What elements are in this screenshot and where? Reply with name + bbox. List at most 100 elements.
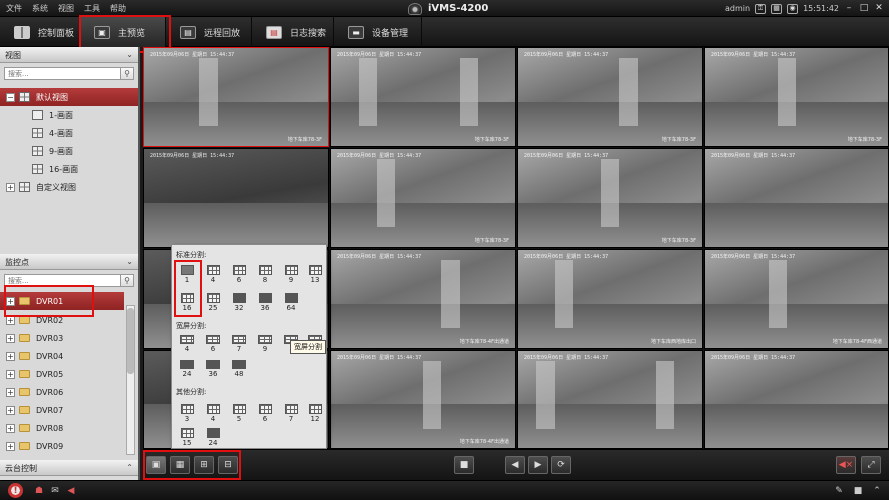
multi-view-button[interactable]: ⊟	[218, 456, 238, 474]
video-tile-2[interactable]: 2015年09月06日 星期日 15:44:37 地下车库78-3F	[330, 47, 516, 147]
layout-option-25[interactable]: 25	[200, 293, 226, 312]
video-tile-8[interactable]: 2015年09月06日 星期日 15:44:37	[704, 148, 889, 248]
layout-option-32[interactable]: 32	[226, 293, 252, 312]
refresh-icon[interactable]: ⟳	[551, 456, 571, 474]
mail-icon[interactable]: ✉	[49, 485, 61, 496]
chevron-down-icon[interactable]: ⌄	[126, 257, 133, 266]
tree-view-1[interactable]: 1-画面	[0, 106, 138, 124]
expand-icon[interactable]: +	[6, 333, 15, 343]
ptz-panel-header[interactable]: 云台控制 ⌃	[0, 460, 138, 476]
collapse-icon[interactable]: −	[6, 92, 15, 102]
pin-icon[interactable]: ✎	[833, 485, 845, 496]
other-option-4[interactable]: 4	[200, 404, 226, 423]
video-tile-15[interactable]: 2015年09月06日 星期日 15:44:37	[517, 350, 703, 449]
wide-option-6[interactable]: 6	[200, 335, 226, 353]
layout-option-36[interactable]: 36	[252, 293, 278, 312]
tree-view-9[interactable]: 9-画面	[0, 142, 138, 160]
split-view-button[interactable]: ⊞	[194, 456, 214, 474]
layout-option-64[interactable]: 64	[278, 293, 304, 312]
expand-icon[interactable]: +	[6, 423, 15, 433]
speaker-icon[interactable]: ◀	[65, 485, 77, 496]
video-tile-10[interactable]: 2015年09月06日 星期日 15:44:37 地下车库78-4F出通道	[330, 249, 516, 349]
expand-icon[interactable]: +	[6, 405, 15, 415]
tree-device-dvr06[interactable]: + DVR06	[0, 383, 124, 401]
menu-view[interactable]: 视图	[58, 3, 74, 14]
wide-option-36[interactable]: 36	[200, 360, 226, 378]
expand-icon[interactable]: +	[6, 296, 15, 306]
tree-device-dvr03[interactable]: + DVR03	[0, 329, 124, 347]
expand-icon[interactable]: +	[6, 369, 15, 379]
layout-option-6[interactable]: 6	[226, 265, 252, 284]
tree-device-dvr01[interactable]: + DVR01	[0, 292, 124, 310]
tab-main-preview[interactable]: ▣ 主预览	[80, 17, 166, 47]
other-option-3[interactable]: 3	[174, 404, 200, 423]
expand-icon[interactable]: +	[6, 182, 15, 192]
tree-device-dvr09[interactable]: + DVR09	[0, 437, 124, 455]
menu-file[interactable]: 文件	[6, 3, 22, 14]
video-tile-6[interactable]: 2015年09月06日 星期日 15:44:37 地下车库78-3F	[330, 148, 516, 248]
tree-custom-view[interactable]: + 自定义视图	[0, 178, 138, 196]
maximize-icon[interactable]: □	[859, 4, 869, 14]
tree-device-dvr04[interactable]: + DVR04	[0, 347, 124, 365]
monitor-panel-header[interactable]: 监控点 ⌄	[0, 254, 138, 270]
chevron-down-icon[interactable]: ⌄	[126, 50, 133, 59]
other-option-24[interactable]: 24	[200, 428, 226, 447]
previous-page-icon[interactable]: ◀	[505, 456, 525, 474]
tab-device-management[interactable]: ▬ 设备管理	[334, 17, 422, 47]
other-option-15[interactable]: 15	[174, 428, 200, 447]
tree-device-dvr07[interactable]: + DVR07	[0, 401, 124, 419]
layout-option-16[interactable]: 16	[174, 293, 200, 312]
wide-option-9[interactable]: 9	[252, 335, 278, 353]
menu-system[interactable]: 系统	[32, 3, 48, 14]
layout-select-button[interactable]: ▣	[146, 456, 166, 474]
wide-option-7[interactable]: 7	[226, 335, 252, 353]
collapse-up-icon[interactable]: ⌃	[871, 485, 883, 496]
expand-icon[interactable]: +	[6, 441, 15, 451]
tab-log-search[interactable]: ▤ 日志搜索	[252, 17, 334, 47]
expand-icon[interactable]: +	[6, 351, 15, 361]
close-icon[interactable]: ✕	[874, 4, 884, 14]
video-tile-11[interactable]: 2015年09月06日 星期日 15:44:37 地下车库西地库出口	[517, 249, 703, 349]
video-tile-3[interactable]: 2015年09月06日 星期日 15:44:37 地下车库78-3F	[517, 47, 703, 147]
expand-icon[interactable]: +	[6, 387, 15, 397]
stop-square-icon[interactable]: ■	[852, 485, 864, 496]
stop-all-button[interactable]: ■	[454, 456, 474, 474]
layout-option-8[interactable]: 8	[252, 265, 278, 284]
other-option-7[interactable]: 7	[278, 404, 304, 423]
tree-device-dvr02[interactable]: + DVR02	[0, 311, 124, 329]
monitor-search-input[interactable]	[5, 275, 115, 286]
menu-help[interactable]: 帮助	[110, 3, 126, 14]
tree-device-dvr05[interactable]: + DVR05	[0, 365, 124, 383]
video-tile-16[interactable]: 2015年09月06日 星期日 15:44:37	[704, 350, 889, 449]
other-option-12[interactable]: 12	[302, 404, 328, 423]
menu-tools[interactable]: 工具	[84, 3, 100, 14]
minimize-icon[interactable]: –	[844, 4, 854, 14]
video-tile-4[interactable]: 2015年09月06日 星期日 15:44:37 地下车库78-3F	[704, 47, 889, 147]
view-search-input[interactable]	[5, 68, 115, 79]
audio-mute-icon[interactable]: ◀×	[836, 456, 856, 474]
tab-remote-playback[interactable]: ▤ 远程回放	[166, 17, 252, 47]
tree-view-4[interactable]: 4-画面	[0, 124, 138, 142]
wide-option-24[interactable]: 24	[174, 360, 200, 378]
other-option-5[interactable]: 5	[226, 404, 252, 423]
network-icon[interactable]: ◉	[787, 3, 799, 14]
wide-option-4[interactable]: 4	[174, 335, 200, 353]
layout-option-13[interactable]: 13	[302, 265, 328, 284]
video-tile-14[interactable]: 2015年09月06日 星期日 15:44:37 地下车库78-4F出通道	[330, 350, 516, 449]
layout-option-9[interactable]: 9	[278, 265, 304, 284]
device-scrollbar[interactable]	[126, 305, 135, 455]
wide-option-48[interactable]: 48	[226, 360, 252, 378]
tree-device-dvr08[interactable]: + DVR08	[0, 419, 124, 437]
view-panel-header[interactable]: 视图 ⌄	[0, 47, 138, 63]
layout-option-4[interactable]: 4	[200, 265, 226, 284]
cpu-icon[interactable]: ▦	[771, 3, 783, 14]
user-alert-icon[interactable]: ☗	[33, 485, 45, 496]
tab-control-panel[interactable]: 控制面板	[0, 17, 80, 47]
alarm-warning-icon[interactable]: !	[8, 483, 23, 498]
expand-icon[interactable]: +	[6, 315, 15, 325]
video-tile-5[interactable]: 2015年09月06日 星期日 15:44:37	[143, 148, 329, 248]
other-option-6[interactable]: 6	[252, 404, 278, 423]
next-page-icon[interactable]: ▶	[528, 456, 548, 474]
layout-option-1[interactable]: 1	[174, 265, 200, 284]
video-tile-1[interactable]: 2015年09月06日 星期日 15:44:37 地下车库78-3F	[143, 47, 329, 147]
